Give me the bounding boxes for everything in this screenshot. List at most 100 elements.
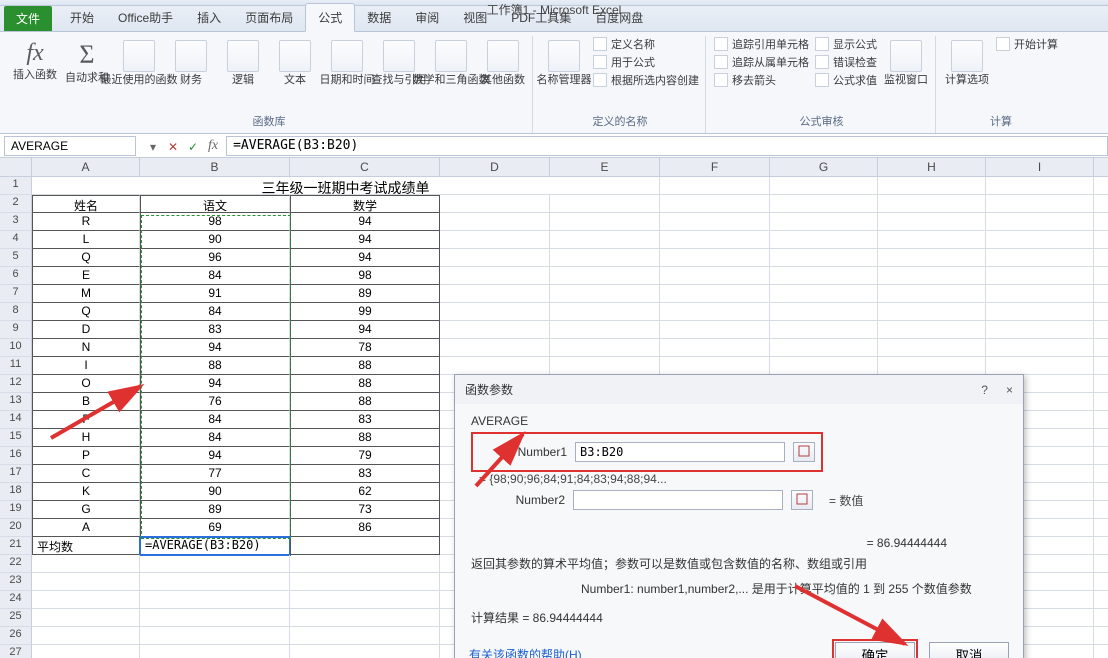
- cell[interactable]: [440, 249, 550, 267]
- cell[interactable]: [878, 321, 986, 339]
- cell[interactable]: Q: [32, 303, 140, 321]
- row-header[interactable]: 10: [0, 339, 32, 357]
- param1-range-button[interactable]: [793, 442, 815, 462]
- cell[interactable]: [1094, 519, 1108, 537]
- cell[interactable]: [440, 213, 550, 231]
- cell[interactable]: [878, 249, 986, 267]
- cell[interactable]: [1094, 213, 1108, 231]
- cell[interactable]: [140, 645, 290, 658]
- cell[interactable]: [1094, 267, 1108, 285]
- logical-button[interactable]: 逻辑: [220, 36, 266, 86]
- row-header[interactable]: 20: [0, 519, 32, 537]
- cell[interactable]: [878, 177, 986, 195]
- cell[interactable]: [1094, 465, 1108, 483]
- cell[interactable]: [550, 267, 660, 285]
- cell[interactable]: [1094, 231, 1108, 249]
- cell[interactable]: K: [32, 483, 140, 501]
- cell[interactable]: 90: [140, 231, 290, 249]
- cell[interactable]: [660, 285, 770, 303]
- col-header[interactable]: E: [550, 158, 660, 176]
- row-header[interactable]: 23: [0, 573, 32, 591]
- formula-input[interactable]: [226, 136, 1108, 156]
- cell[interactable]: [770, 357, 878, 375]
- cell[interactable]: [1094, 645, 1108, 658]
- cell[interactable]: [1094, 573, 1108, 591]
- cell[interactable]: 62: [290, 483, 440, 501]
- cell[interactable]: [440, 267, 550, 285]
- row-header[interactable]: 3: [0, 213, 32, 231]
- cell[interactable]: [986, 231, 1094, 249]
- cell[interactable]: 94: [290, 321, 440, 339]
- cell[interactable]: 96: [140, 249, 290, 267]
- cell[interactable]: [440, 285, 550, 303]
- cell[interactable]: 83: [290, 465, 440, 483]
- row-header[interactable]: 1: [0, 177, 32, 195]
- cell[interactable]: 76: [140, 393, 290, 411]
- cell[interactable]: 89: [140, 501, 290, 519]
- cell[interactable]: [32, 627, 140, 645]
- cell[interactable]: Q: [32, 249, 140, 267]
- cell[interactable]: 88: [290, 393, 440, 411]
- col-header[interactable]: A: [32, 158, 140, 176]
- cell[interactable]: [1094, 411, 1108, 429]
- cell[interactable]: 89: [290, 285, 440, 303]
- cell[interactable]: [1094, 447, 1108, 465]
- tab-insert[interactable]: 插入: [185, 4, 233, 31]
- cell[interactable]: [1094, 501, 1108, 519]
- cell[interactable]: 94: [140, 447, 290, 465]
- cell[interactable]: 88: [290, 429, 440, 447]
- cell[interactable]: [550, 213, 660, 231]
- cell[interactable]: [660, 267, 770, 285]
- text-button[interactable]: 文本: [272, 36, 318, 86]
- cell[interactable]: [660, 177, 770, 195]
- cell[interactable]: [660, 321, 770, 339]
- row-header[interactable]: 22: [0, 555, 32, 573]
- cell[interactable]: [440, 195, 550, 213]
- cell[interactable]: [550, 249, 660, 267]
- cell[interactable]: [290, 555, 440, 573]
- tab-review[interactable]: 审阅: [403, 4, 451, 31]
- cell[interactable]: [878, 195, 986, 213]
- cell[interactable]: C: [32, 465, 140, 483]
- cell[interactable]: 88: [290, 357, 440, 375]
- tab-formulas[interactable]: 公式: [305, 3, 355, 32]
- cell[interactable]: 94: [290, 231, 440, 249]
- cell[interactable]: P: [32, 447, 140, 465]
- cell[interactable]: [32, 609, 140, 627]
- cell[interactable]: [660, 357, 770, 375]
- cell[interactable]: 94: [140, 375, 290, 393]
- cell[interactable]: [290, 627, 440, 645]
- cell[interactable]: [770, 195, 878, 213]
- cell[interactable]: [550, 321, 660, 339]
- cell[interactable]: [290, 537, 440, 555]
- cell[interactable]: [986, 285, 1094, 303]
- cell[interactable]: G: [32, 501, 140, 519]
- cell[interactable]: [140, 573, 290, 591]
- row-header[interactable]: 5: [0, 249, 32, 267]
- row-header[interactable]: 8: [0, 303, 32, 321]
- tab-data[interactable]: 数据: [355, 4, 403, 31]
- cell[interactable]: 83: [140, 321, 290, 339]
- cell[interactable]: [140, 555, 290, 573]
- dialog-titlebar[interactable]: 函数参数 ? ×: [455, 375, 1023, 404]
- cell[interactable]: [440, 339, 550, 357]
- col-header[interactable]: B: [140, 158, 290, 176]
- cancel-formula-icon[interactable]: ✕: [164, 137, 182, 155]
- cell[interactable]: [660, 195, 770, 213]
- cell[interactable]: 94: [290, 213, 440, 231]
- cell[interactable]: [550, 285, 660, 303]
- row-header[interactable]: 15: [0, 429, 32, 447]
- cell[interactable]: [1094, 609, 1108, 627]
- cell[interactable]: [770, 177, 878, 195]
- cell[interactable]: [1094, 537, 1108, 555]
- cell[interactable]: [440, 303, 550, 321]
- cell[interactable]: [1094, 249, 1108, 267]
- col-header[interactable]: H: [878, 158, 986, 176]
- cell[interactable]: 69: [140, 519, 290, 537]
- ok-button[interactable]: 确定: [835, 642, 915, 658]
- cell[interactable]: [770, 267, 878, 285]
- cell[interactable]: 98: [140, 213, 290, 231]
- cell[interactable]: 94: [290, 249, 440, 267]
- error-check-button[interactable]: 错误检查: [815, 54, 877, 70]
- tab-page-layout[interactable]: 页面布局: [233, 4, 305, 31]
